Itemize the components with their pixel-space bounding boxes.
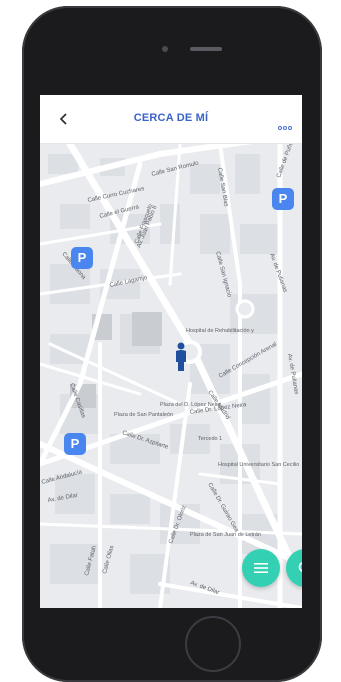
app-screen: CERCA DE MÍ Calle San Romulo Calle Curro… — [40, 95, 302, 608]
parking-marker[interactable]: P — [272, 188, 294, 210]
search-icon — [298, 562, 302, 572]
home-button[interactable] — [185, 616, 241, 672]
person-pin-icon — [174, 342, 188, 372]
dot — [283, 126, 287, 130]
more-dots-icon[interactable] — [277, 117, 292, 135]
parking-marker[interactable]: P — [64, 433, 86, 455]
map-canvas: Calle San Romulo Calle Curro Cuchares Ca… — [40, 123, 302, 608]
parking-marker[interactable]: P — [71, 247, 93, 269]
map-view[interactable]: Calle San Romulo Calle Curro Cuchares Ca… — [40, 123, 302, 608]
poi-label: Tercedo 1 — [198, 436, 222, 442]
poi-label: Hospital Universitario San Cecilio — [218, 462, 299, 468]
page-title: CERCA DE MÍ — [133, 112, 209, 124]
poi-label: Plaza de San Juan de Letrán — [190, 532, 261, 538]
list-button[interactable] — [242, 549, 280, 587]
top-bar: CERCA DE MÍ — [40, 95, 302, 144]
speaker-slot — [190, 47, 222, 51]
camera-dot — [162, 46, 168, 52]
poi-label: Plaza del D. López Neira — [160, 402, 222, 408]
poi-label: Plaza de San Pantaleón — [114, 412, 173, 418]
roundabout — [235, 299, 255, 319]
poi-label: Hospital de Rehabilitación y — [186, 328, 254, 334]
dot — [288, 126, 292, 130]
list-icon — [254, 563, 268, 573]
dot — [278, 126, 282, 130]
